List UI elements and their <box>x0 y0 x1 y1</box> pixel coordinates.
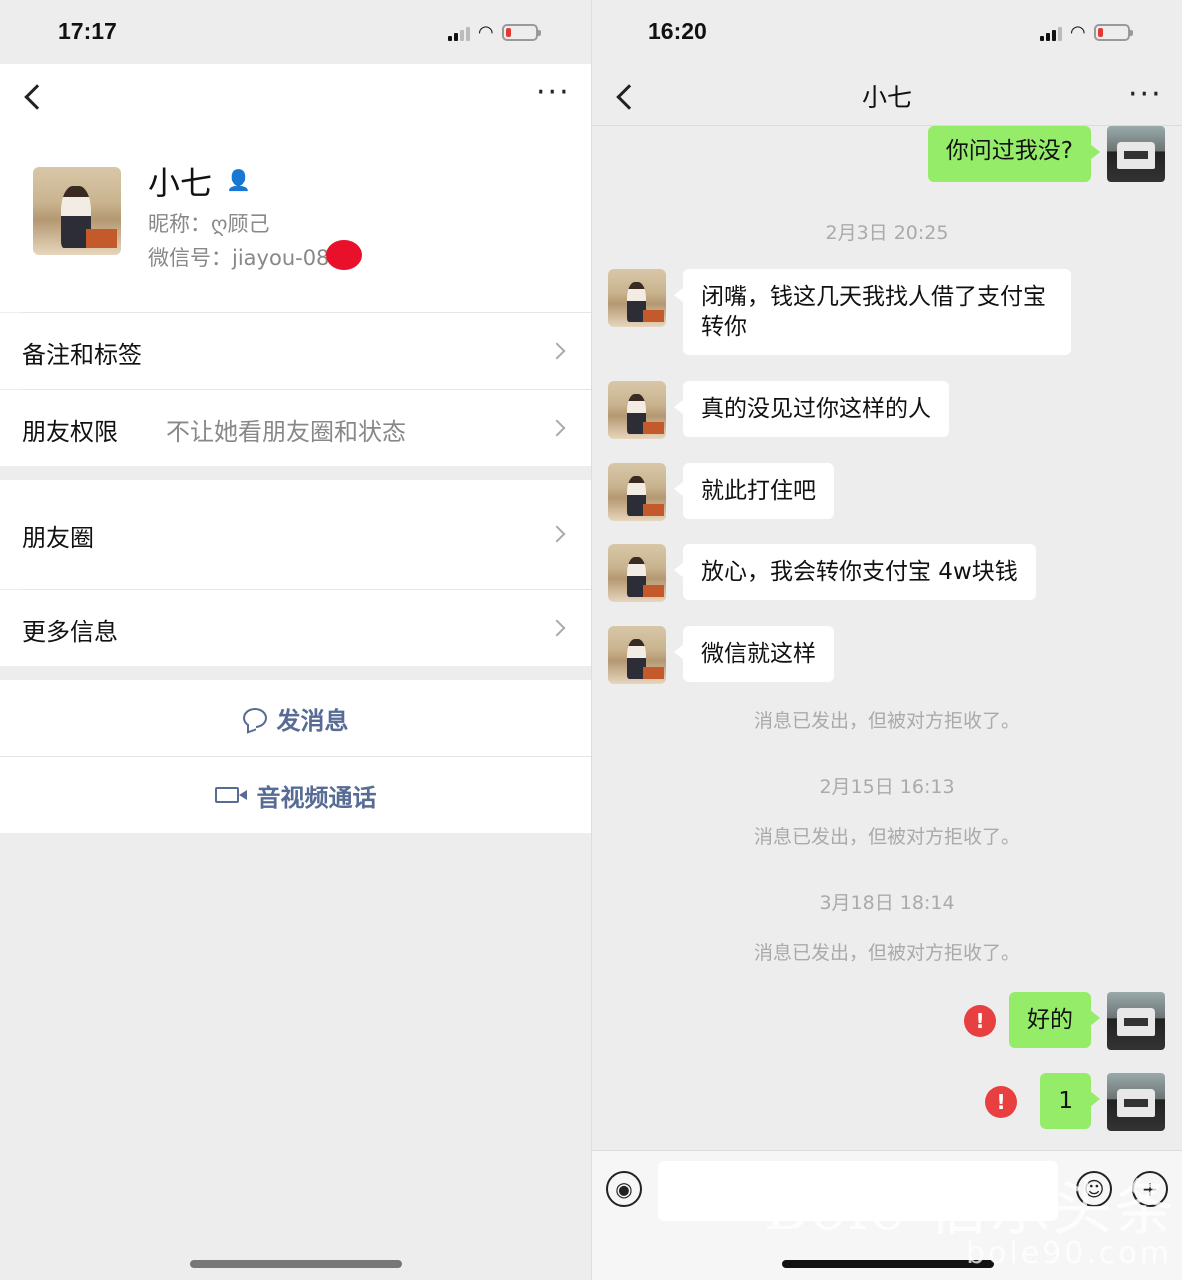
avatar[interactable] <box>608 269 666 327</box>
home-indicator <box>782 1260 994 1268</box>
wifi-icon: ◠ <box>478 22 494 43</box>
divider <box>0 756 591 757</box>
chevron-right-icon <box>548 342 566 360</box>
remarks-tags-row[interactable]: 备注和标签 <box>0 313 591 389</box>
divider <box>22 312 591 313</box>
wifi-icon: ◠ <box>1070 22 1086 43</box>
avatar[interactable] <box>1107 126 1165 182</box>
timestamp: 3月18日 18:14 <box>819 892 955 914</box>
chevron-right-icon <box>548 419 566 437</box>
timestamp: 2月15日 16:13 <box>819 776 955 798</box>
more-info-row[interactable]: 更多信息 <box>0 590 591 666</box>
avatar[interactable] <box>33 167 121 255</box>
nickname: 昵称：ღ顾己 <box>148 212 270 236</box>
friend-permission-row[interactable]: 朋友权限 不让她看朋友圈和状态 <box>0 390 591 466</box>
redaction-mark <box>326 240 362 270</box>
watermark-url: bole90.com <box>966 1236 1172 1271</box>
contact-name: 小七 <box>148 164 213 202</box>
chat-bubble-icon <box>242 708 267 728</box>
status-time: 17:17 <box>58 18 117 44</box>
moments-row[interactable]: 朋友圈 <box>0 480 591 589</box>
message-bubble-out[interactable]: 好的 <box>1009 992 1100 1048</box>
chevron-right-icon <box>548 525 566 543</box>
signal-icon <box>1040 25 1062 41</box>
battery-charging-icon <box>1093 24 1133 41</box>
divider <box>22 589 591 590</box>
status-time: 16:20 <box>648 18 707 44</box>
person-icon: 👤 <box>226 168 251 192</box>
send-message-button[interactable]: 发消息 <box>0 680 591 756</box>
avatar[interactable] <box>608 544 666 602</box>
wechat-id: 微信号：jiayou-08 <box>148 246 330 270</box>
avatar[interactable] <box>608 381 666 439</box>
message-bubble-out[interactable]: 1 <box>1040 1073 1100 1129</box>
signal-icon <box>448 25 470 41</box>
message-bubble-in[interactable]: 真的没见过你这样的人 <box>674 381 949 437</box>
voice-icon[interactable]: ◉ <box>606 1171 642 1207</box>
message-bubble-in[interactable]: 闭嘴，钱这几天我找人借了支付宝转你 <box>674 269 1071 355</box>
message-bubble-out[interactable]: 你问过我没? <box>927 126 1101 182</box>
avatar[interactable] <box>608 463 666 521</box>
chat-title: 小七 <box>861 83 912 112</box>
more-icon[interactable]: ··· <box>1128 80 1163 110</box>
more-icon[interactable]: ··· <box>536 78 571 108</box>
send-message-label: 发消息 <box>276 706 349 735</box>
error-icon[interactable]: ! <box>964 1005 996 1037</box>
status-bar: 17:17 ◠ <box>0 0 591 64</box>
back-icon[interactable] <box>24 84 50 110</box>
timestamp: 2月3日 20:25 <box>825 222 949 244</box>
avatar[interactable] <box>1107 992 1165 1050</box>
rejection-notice: 消息已发出，但被对方拒收了。 <box>753 826 1020 848</box>
row-value: 不让她看朋友圈和状态 <box>166 418 406 446</box>
message-bubble-in[interactable]: 就此打住吧 <box>674 463 834 519</box>
message-bubble-in[interactable]: 微信就这样 <box>674 626 834 682</box>
row-label: 备注和标签 <box>22 341 142 369</box>
rejection-notice: 消息已发出，但被对方拒收了。 <box>753 942 1020 964</box>
chevron-right-icon <box>548 619 566 637</box>
status-icons: ◠ <box>448 22 541 43</box>
watermark-logo: Bole 伯乐头条 <box>764 1174 1176 1244</box>
chat-header: 16:20 ◠ 小七 ··· <box>592 0 1182 126</box>
home-indicator <box>190 1260 402 1268</box>
nav-bar: ··· <box>0 64 591 130</box>
video-call-icon <box>214 787 247 803</box>
message-bubble-in[interactable]: 放心，我会转你支付宝 4w块钱 <box>674 544 1036 600</box>
video-call-label: 音视频通话 <box>256 783 377 812</box>
divider <box>22 389 591 390</box>
error-icon[interactable]: ! <box>985 1086 1017 1118</box>
chat-screen: 16:20 ◠ 小七 ··· 你问过我没? 2月3日 20:25 闭嘴，钱这几天… <box>591 0 1182 1280</box>
rejection-notice: 消息已发出，但被对方拒收了。 <box>753 710 1020 732</box>
video-call-button[interactable]: 音视频通话 <box>0 757 591 833</box>
row-label: 更多信息 <box>22 618 118 646</box>
contact-profile-screen: 17:17 ◠ ··· 小七 👤 昵称：ღ顾己 微信号：jiayou-08 备注… <box>0 0 591 1280</box>
status-icons: ◠ <box>1040 22 1133 43</box>
row-label: 朋友圈 <box>22 524 94 552</box>
profile-card <box>0 130 591 312</box>
battery-icon <box>501 24 541 41</box>
row-label: 朋友权限 <box>22 418 118 446</box>
avatar[interactable] <box>608 626 666 684</box>
avatar[interactable] <box>1107 1073 1165 1131</box>
